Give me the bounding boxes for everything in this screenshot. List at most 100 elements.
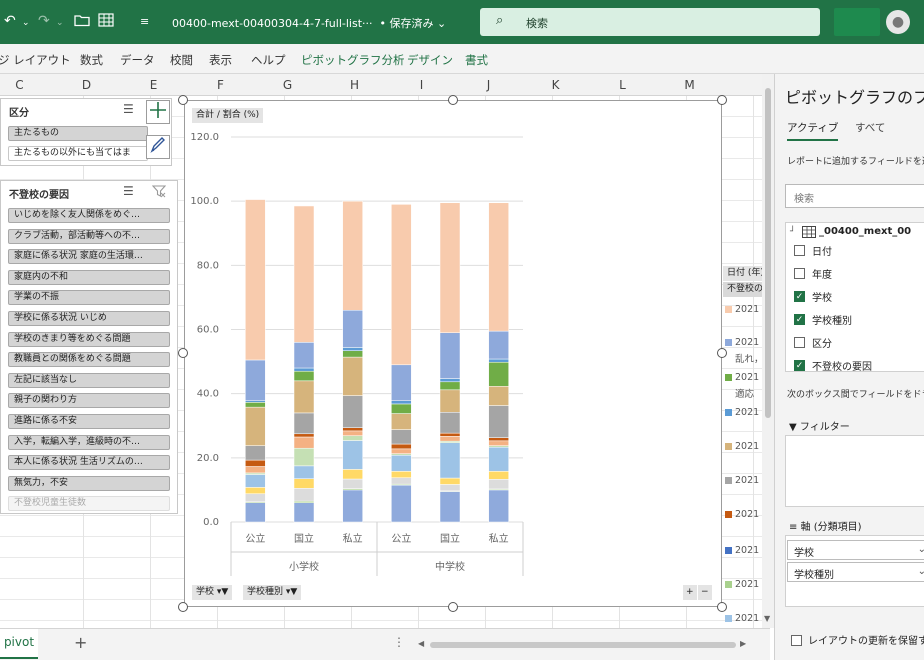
slicer-youin-item[interactable]: 親子の関わり方	[8, 393, 170, 409]
expand-field-button[interactable]: +	[683, 585, 697, 600]
multi-select-icon[interactable]: ☰	[123, 102, 134, 116]
vertical-scrollbar[interactable]: ▼	[762, 74, 774, 628]
chart-style-button[interactable]	[146, 135, 170, 159]
undo-icon[interactable]: ↶	[4, 13, 16, 29]
bar-segment	[391, 477, 412, 485]
column-header-l[interactable]: L	[589, 78, 656, 92]
avatar[interactable]: ●	[886, 10, 910, 34]
column-header-k[interactable]: K	[522, 78, 589, 92]
horizontal-scrollbar[interactable]: ◀ ▶	[418, 639, 748, 650]
checkbox[interactable]	[791, 635, 802, 646]
add-sheet-button[interactable]: +	[74, 633, 87, 652]
pane-tab-all[interactable]: すべて	[855, 120, 885, 135]
column-header-f[interactable]: F	[187, 78, 254, 92]
vertical-scroll-thumb[interactable]	[765, 88, 771, 418]
scroll-down-icon[interactable]: ▼	[764, 614, 770, 623]
field-search-input[interactable]: 検索	[785, 184, 924, 208]
column-header-i[interactable]: I	[388, 78, 455, 92]
field-checkbox[interactable]	[794, 245, 805, 256]
slicer-youin-item[interactable]: 家庭に係る状況 家庭の生活環…	[8, 249, 170, 265]
undo-dropdown-icon[interactable]: ⌄	[22, 18, 30, 28]
tab-help[interactable]: ヘルプ	[251, 52, 286, 68]
slicer-youin-item[interactable]: 教職員との関係をめぐる問題	[8, 352, 170, 368]
clear-filter-icon[interactable]	[151, 184, 167, 201]
tab-design[interactable]: デザイン	[407, 52, 453, 68]
column-header-g[interactable]: G	[254, 78, 321, 92]
pane-tab-active[interactable]: アクティブ	[787, 120, 839, 141]
slicer-youin-item[interactable]: 学業の不振	[8, 290, 170, 306]
save-status[interactable]: • 保存済み ⌄	[380, 17, 447, 30]
search-box[interactable]: ⌕ 検索	[480, 8, 820, 36]
document-title[interactable]: 00400-mext-00400304-4-7-full-list··· • 保…	[172, 15, 446, 31]
customize-toolbar-icon[interactable]: ≡	[140, 15, 149, 28]
resize-handle-r[interactable]	[717, 348, 727, 358]
field-checkbox[interactable]: ✓	[794, 360, 805, 371]
pivot-chart[interactable]: 合計 / 割合 (%) 0.0 20.0 40.0 60.0 80.0 100.0 120.…	[184, 100, 899, 624]
tab-formulas[interactable]: 数式	[80, 52, 103, 68]
resize-handle-br[interactable]	[717, 602, 727, 612]
sheet-tab-pivot[interactable]: pivot	[0, 629, 38, 659]
y-tick-label: 40.0	[197, 389, 219, 400]
column-header-d[interactable]: D	[53, 78, 120, 92]
slicer-youin-item[interactable]: 入学，転編入学，進級時の不…	[8, 434, 170, 450]
resize-handle-bl[interactable]	[178, 602, 188, 612]
resize-handle-t[interactable]	[448, 95, 458, 105]
slicer-kubun-item-other[interactable]: 主たるもの以外にも当てはま	[8, 146, 148, 161]
resize-handle-b[interactable]	[448, 602, 458, 612]
field-checkbox[interactable]	[794, 337, 805, 348]
collapse-field-button[interactable]: −	[698, 585, 712, 600]
defer-update-checkbox[interactable]: レイアウトの更新を保留す	[791, 632, 924, 647]
scroll-right-icon[interactable]: ▶	[740, 639, 746, 648]
field-checkbox[interactable]: ✓	[794, 291, 805, 302]
slicer-kubun-item-main[interactable]: 主たるもの	[8, 126, 148, 141]
column-header-e[interactable]: E	[120, 78, 187, 92]
redo-dropdown-icon[interactable]: ⌄	[56, 18, 64, 28]
column-header-j[interactable]: J	[455, 78, 522, 92]
bar-segment	[439, 332, 461, 379]
filter-drop-zone[interactable]	[785, 435, 924, 507]
column-header-m[interactable]: M	[656, 78, 723, 92]
grid-view-icon[interactable]	[98, 13, 114, 31]
resize-handle-l[interactable]	[178, 348, 188, 358]
column-header-c[interactable]: C	[0, 78, 53, 92]
tab-review[interactable]: 校閲	[170, 52, 193, 68]
slicer-youin-item[interactable]: 家庭内の不和	[8, 269, 170, 285]
tab-data[interactable]: データ	[120, 52, 155, 68]
title-bar: ↶ ⌄ ↷ ⌄ ≡ 00400-mext-00400304-4-7-full-l…	[0, 0, 924, 44]
multi-select-icon[interactable]: ☰	[123, 184, 134, 198]
slicer-youin-item[interactable]: 無気力，不安	[8, 475, 170, 491]
account-area[interactable]	[834, 8, 880, 36]
field-label: 区分	[812, 339, 832, 350]
axis-item-school[interactable]: 学校⌄	[787, 540, 924, 560]
tab-pivotchart-analyze[interactable]: ピボットグラフ分析	[301, 52, 405, 68]
scroll-left-icon[interactable]: ◀	[418, 639, 424, 648]
add-element-button[interactable]	[146, 100, 170, 124]
column-header-h[interactable]: H	[321, 78, 388, 92]
slicer-youin-item[interactable]: 学校のきまり等をめぐる問題	[8, 331, 170, 347]
slicer-youin-item[interactable]: 学校に係る状況 いじめ	[8, 311, 170, 326]
slicer-youin-item[interactable]: 進路に係る不安	[8, 414, 170, 429]
axis-item-school-type[interactable]: 学校種別⌄	[787, 562, 924, 582]
slicer-youin-item[interactable]: 左記に該当なし	[8, 372, 170, 388]
redo-icon[interactable]: ↷	[38, 13, 50, 29]
field-checkbox[interactable]	[794, 268, 805, 279]
tab-view[interactable]: 表示	[209, 52, 232, 68]
axis-field-school[interactable]: 学校 ▾▼	[192, 585, 233, 600]
tab-page-layout[interactable]: ジ レイアウト	[0, 52, 71, 68]
horizontal-scroll-thumb[interactable]	[430, 642, 736, 648]
bar-segment	[488, 330, 509, 360]
bar-segment	[293, 380, 315, 414]
axis-field-type[interactable]: 学校種別 ▾▼	[243, 585, 302, 600]
slicer-youin-item[interactable]: クラブ活動，部活動等への不…	[8, 228, 170, 244]
tab-format[interactable]: 書式	[465, 52, 488, 68]
open-folder-icon[interactable]	[74, 13, 90, 31]
slicer-youin-item[interactable]: 不登校児童生徒数	[8, 496, 170, 512]
field-checkbox[interactable]: ✓	[794, 314, 805, 325]
slicer-youin-item[interactable]: 本人に係る状況 生活リズムの…	[8, 455, 170, 471]
more-options-icon[interactable]: ⋮	[393, 635, 405, 649]
collapse-table-icon[interactable]: ┘	[790, 227, 795, 237]
slicer-youin[interactable]: 不登校の要因 ☰ いじめを除く友人関係をめぐ… クラブ活動，部活動等への不… 家庭に…	[0, 180, 178, 514]
resize-handle-tr[interactable]	[717, 95, 727, 105]
resize-handle-tl[interactable]	[178, 95, 188, 105]
slicer-youin-item[interactable]: いじめを除く友人関係をめぐ…	[8, 208, 170, 223]
